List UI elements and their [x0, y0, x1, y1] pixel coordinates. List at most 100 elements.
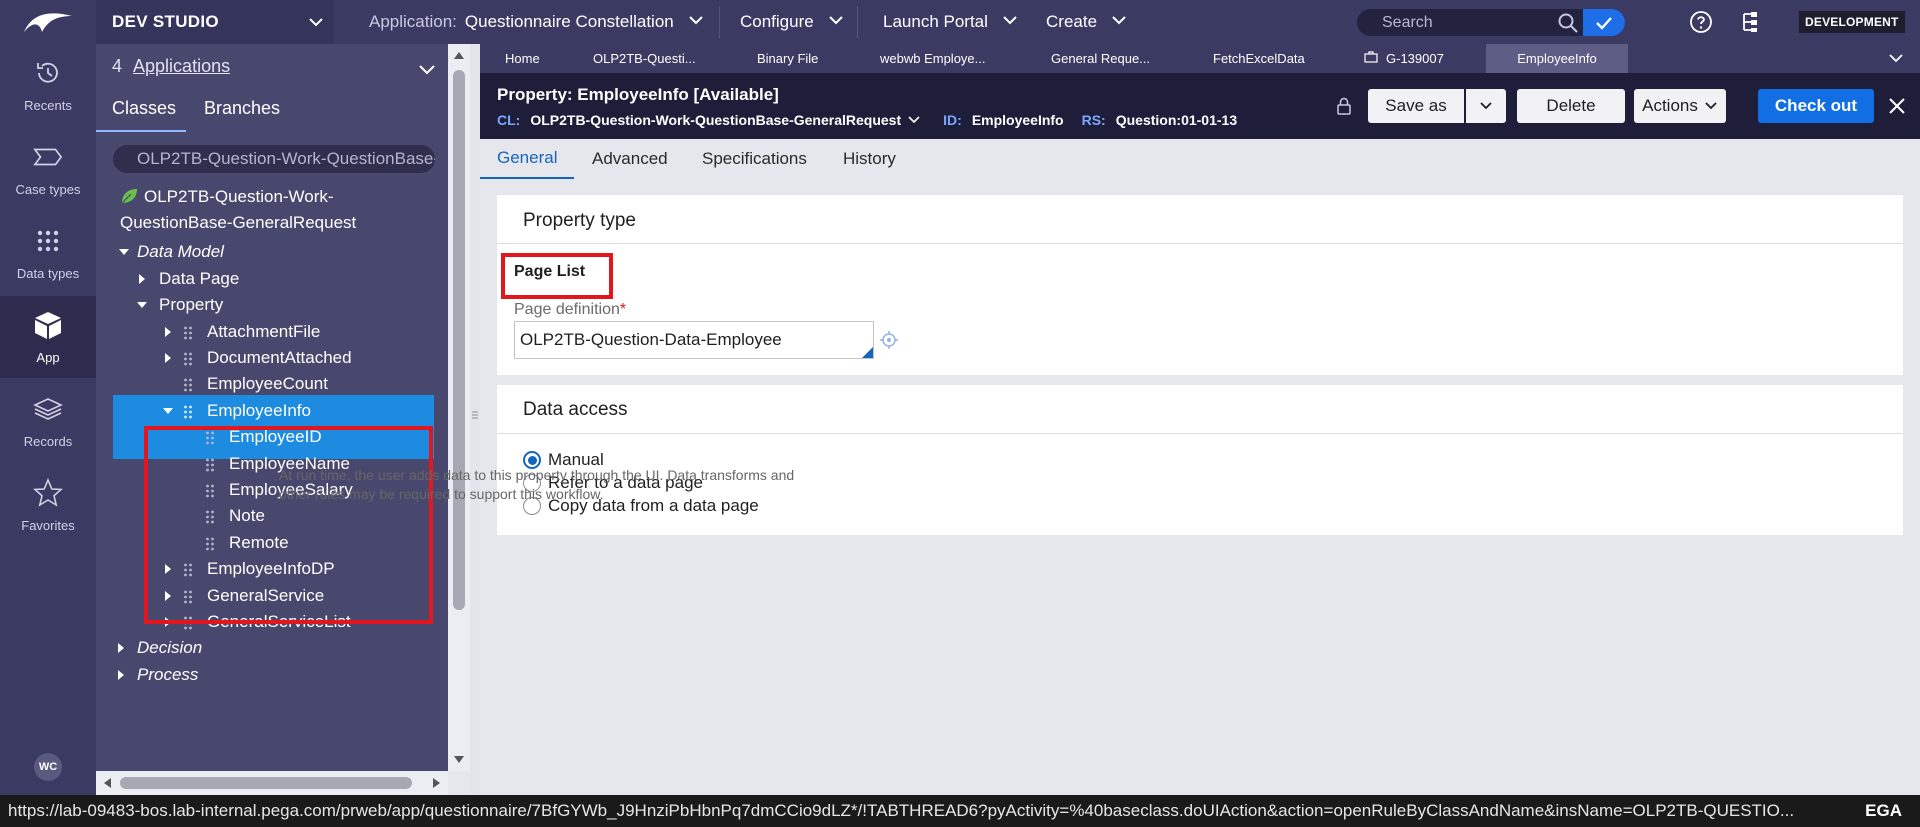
drag-handle-icon[interactable]: [205, 483, 215, 498]
work-tab-olp2tb[interactable]: OLP2TB-Questi...: [593, 44, 696, 73]
tree-node-process[interactable]: Process: [96, 659, 436, 691]
tab-specifications[interactable]: Specifications: [702, 139, 807, 179]
applications-count[interactable]: 4 Applications: [112, 56, 230, 77]
caret-right-icon[interactable]: [162, 326, 174, 338]
help-icon[interactable]: [1688, 9, 1714, 35]
tab-advanced[interactable]: Advanced: [592, 139, 668, 179]
drag-handle-icon[interactable]: [183, 325, 193, 340]
chevron-down-icon[interactable]: [418, 62, 436, 81]
tree-label: GeneralService: [207, 586, 325, 605]
caret-right-icon[interactable]: [162, 352, 174, 364]
tabs-overflow-chevron-icon[interactable]: [1888, 52, 1904, 67]
search-box[interactable]: Search: [1357, 9, 1625, 36]
caret-right-icon[interactable]: [136, 273, 148, 285]
tab-general[interactable]: General: [480, 139, 575, 179]
caret-down-icon[interactable]: [136, 299, 148, 311]
chevron-down-icon: [308, 14, 324, 35]
studio-switcher[interactable]: DEV STUDIO: [96, 0, 334, 44]
tab-branches[interactable]: Branches: [204, 98, 280, 132]
launch-portal-menu[interactable]: Launch Portal: [883, 0, 1018, 44]
actions-button[interactable]: Actions: [1634, 89, 1726, 123]
scroll-right-icon[interactable]: [432, 777, 442, 789]
explorer-vertical-scrollbar[interactable]: [448, 44, 470, 771]
work-tab-binary-file[interactable]: Binary File: [757, 44, 818, 73]
page-definition-value: OLP2TB-Question-Data-Employee: [520, 330, 782, 349]
search-submit-button[interactable]: [1583, 9, 1625, 36]
drag-handle-icon[interactable]: [205, 430, 215, 445]
delete-button[interactable]: Delete: [1517, 89, 1625, 123]
drag-handle-icon[interactable]: [205, 536, 215, 551]
rail-item-case-types[interactable]: Case types: [0, 128, 96, 210]
create-menu[interactable]: Create: [1046, 0, 1127, 44]
configure-menu[interactable]: Configure: [740, 0, 844, 44]
drag-handle-icon[interactable]: [205, 509, 215, 524]
rail-item-favorites[interactable]: Favorites: [0, 464, 96, 546]
work-tab-home[interactable]: Home: [505, 44, 540, 73]
close-icon[interactable]: [1887, 96, 1907, 121]
scroll-down-icon[interactable]: [453, 755, 465, 765]
caret-right-icon[interactable]: [115, 669, 127, 681]
data-access-help-text: At run time, the user adds data to this …: [279, 466, 879, 504]
tree-label: Data Page: [159, 269, 240, 288]
work-tab-general-request[interactable]: General Reque...: [1051, 44, 1150, 73]
records-icon: [33, 394, 63, 424]
drag-handle-icon[interactable]: [183, 377, 193, 392]
caret-right-icon[interactable]: [162, 563, 174, 575]
caret-down-icon[interactable]: [118, 246, 130, 258]
drag-handle-icon[interactable]: [183, 351, 193, 366]
root-class[interactable]: OLP2TB-Question-Work- QuestionBase-Gener…: [120, 184, 420, 236]
page-definition-input[interactable]: OLP2TB-Question-Data-Employee: [514, 321, 874, 359]
caret-down-icon[interactable]: [162, 405, 174, 417]
chevron-down-icon[interactable]: [907, 112, 921, 128]
work-tab-webwb[interactable]: webwb Employe...: [880, 44, 986, 73]
explorer-horizontal-scrollbar[interactable]: [96, 771, 448, 795]
drag-handle-icon[interactable]: [183, 615, 193, 630]
rail-item-recents[interactable]: Recents: [0, 44, 96, 126]
caret-right-icon[interactable]: [162, 590, 174, 602]
application-name: Questionnaire Constellation: [464, 12, 674, 31]
work-tab-fetch-excel[interactable]: FetchExcelData: [1213, 44, 1305, 73]
app-structure-icon[interactable]: [1739, 9, 1765, 35]
apps-link[interactable]: Applications: [133, 56, 230, 76]
work-tab-employee-info[interactable]: EmployeeInfo: [1486, 44, 1628, 73]
save-as-menu-button[interactable]: [1466, 89, 1506, 123]
caret-right-icon[interactable]: [162, 616, 174, 628]
pega-logo-icon[interactable]: [0, 0, 96, 44]
scroll-left-icon[interactable]: [102, 777, 112, 789]
rule-title: Property: EmployeeInfo [Available]: [497, 85, 779, 104]
search-icon[interactable]: [1557, 12, 1579, 34]
property-type-card: Property type Page List Page definition*…: [497, 195, 1903, 375]
class-filter-input[interactable]: OLP2TB-Question-Work-QuestionBase-Genera…: [113, 145, 435, 173]
drag-handle-icon[interactable]: [183, 404, 193, 419]
drag-handle-icon[interactable]: [205, 457, 215, 472]
work-tab-case[interactable]: G-139007: [1364, 44, 1444, 73]
explorer-tabs: Classes Branches: [96, 98, 448, 132]
application-menu[interactable]: Application: Questionnaire Constellation: [369, 0, 704, 44]
app-cube-icon: [33, 310, 63, 340]
search-input[interactable]: Search: [1357, 14, 1557, 32]
tree-label: GeneralServiceList: [207, 612, 351, 631]
avatar[interactable]: WC: [34, 753, 62, 781]
scrollbar-thumb[interactable]: [453, 70, 465, 610]
scroll-up-icon[interactable]: [453, 50, 465, 60]
save-as-button[interactable]: Save as: [1368, 89, 1464, 123]
tab-history[interactable]: History: [843, 139, 896, 179]
chevron-down-icon: [828, 12, 844, 33]
check-out-button[interactable]: Check out: [1758, 89, 1874, 123]
caret-right-icon[interactable]: [115, 642, 127, 654]
rs-label: RS:: [1081, 112, 1106, 128]
rail-item-data-types[interactable]: Data types: [0, 212, 96, 294]
scrollbar-thumb[interactable]: [120, 777, 412, 789]
tab-classes[interactable]: Classes: [96, 98, 186, 132]
rule-header: Property: EmployeeInfo [Available] CL: O…: [480, 73, 1920, 139]
leaf-icon: [120, 186, 138, 204]
cl-value[interactable]: OLP2TB-Question-Work-QuestionBase-Genera…: [530, 112, 901, 128]
rail-item-records[interactable]: Records: [0, 380, 96, 462]
crosshair-open-rule-icon[interactable]: [879, 330, 899, 355]
tree-label: Remote: [229, 533, 289, 552]
drag-handle-icon[interactable]: [183, 562, 193, 577]
rail-item-app[interactable]: App: [0, 296, 96, 378]
root-class-line2: QuestionBase-GeneralRequest: [120, 213, 357, 232]
panel-splitter[interactable]: [470, 44, 480, 795]
drag-handle-icon[interactable]: [183, 589, 193, 604]
